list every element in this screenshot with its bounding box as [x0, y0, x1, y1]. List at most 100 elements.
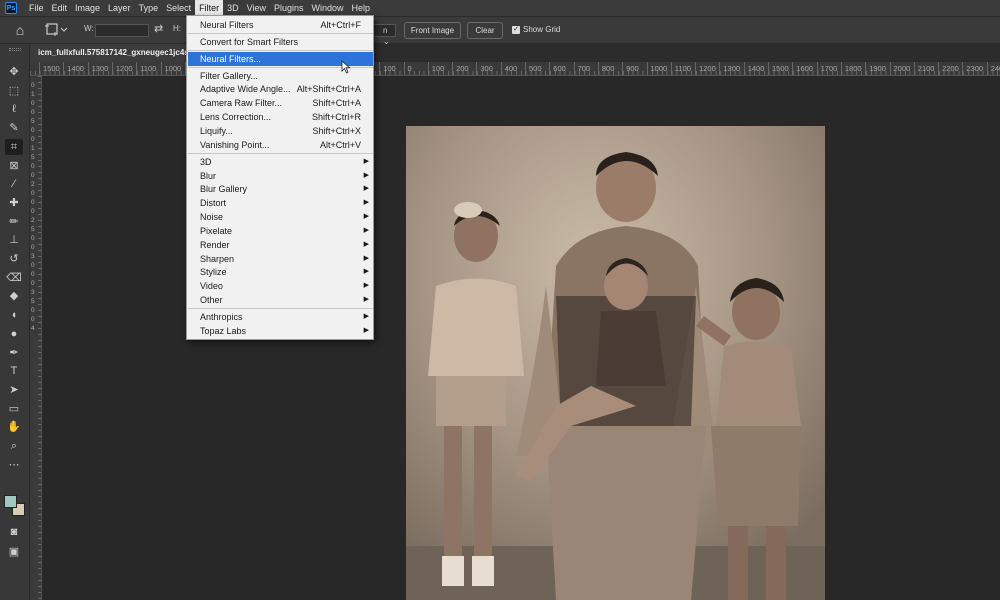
menu-item-shortcut: Shift+Ctrl+X [312, 125, 361, 136]
blur-icon[interactable]: ◖ [5, 307, 23, 323]
menu-layer[interactable]: Layer [104, 0, 135, 17]
zoom-icon[interactable]: ⌕ [5, 438, 23, 454]
filter-menu-item-liquify[interactable]: Liquify... Shift+Ctrl+X [188, 124, 373, 138]
resolution-dropdown-value: n [383, 26, 388, 35]
ruler-tick-label: 1700 [816, 62, 837, 75]
filter-menu-item-pixelate[interactable]: Pixelate ▶ [188, 224, 373, 238]
pen-icon[interactable]: ✒ [5, 345, 23, 361]
ruler-tick-label: 1600 [792, 62, 813, 75]
show-grid-checkbox[interactable]: ✓ [512, 26, 520, 34]
dodge-icon[interactable]: ● [5, 326, 23, 342]
move-icon[interactable]: ✥ [5, 64, 23, 80]
menu-item-shortcut: Alt+Ctrl+V [319, 139, 361, 150]
lasso-icon[interactable]: ℓ [5, 101, 23, 117]
ruler-tick-label: 1300 [719, 62, 740, 75]
menu-file[interactable]: File [25, 0, 48, 17]
height-label: H: [173, 24, 181, 33]
rectangle-icon[interactable]: ▭ [5, 401, 23, 417]
filter-menu-item-other[interactable]: Other ▶ [188, 293, 373, 307]
ruler-tick-label: 1400 [743, 62, 764, 75]
frame-icon[interactable]: ⊠ [5, 158, 23, 174]
eyedropper-icon[interactable]: ⁄ [5, 176, 23, 192]
ruler-tick-label: 300 [476, 62, 493, 75]
filter-menu-item-noise[interactable]: Noise ▶ [188, 210, 373, 224]
menu-item-label: Filter Gallery... [200, 70, 258, 81]
width-input[interactable] [95, 24, 149, 37]
quick-mask-icon[interactable]: ◙ [5, 524, 23, 540]
filter-menu-item-anthropics[interactable]: Anthropics ▶ [188, 310, 373, 324]
paint-bucket-icon[interactable]: ◆ [5, 288, 23, 304]
menu-separator [188, 152, 373, 154]
front-image-button[interactable]: Front Image [404, 22, 461, 39]
ruler-tick-label: 200 [452, 62, 469, 75]
quick-select-icon[interactable]: ✎ [5, 120, 23, 136]
menu-edit[interactable]: Edit [48, 0, 72, 17]
home-icon[interactable]: ⌂ [11, 21, 29, 39]
filter-menu-item-camera-raw-filter[interactable]: Camera Raw Filter... Shift+Ctrl+A [188, 96, 373, 110]
filter-menu-item-video[interactable]: Video ▶ [188, 279, 373, 293]
ruler-tick-label: 2 [31, 217, 35, 224]
ruler-tick-label: 1 [31, 91, 35, 98]
hand-icon[interactable]: ✋ [5, 419, 23, 435]
type-icon[interactable]: T [5, 363, 23, 379]
healing-icon[interactable]: ✚ [5, 195, 23, 211]
ruler-tick-label: 2200 [938, 62, 959, 75]
filter-menu-item-convert-for-smart-filters[interactable]: Convert for Smart Filters [188, 35, 373, 49]
menu-item-label: Sharpen [200, 253, 235, 264]
menu-item-label: Vanishing Point... [200, 139, 270, 150]
filter-menu-item-sharpen[interactable]: Sharpen ▶ [188, 252, 373, 266]
document-tab[interactable]: icm_fullxfull.575817142_gxneugec1jc4s [30, 44, 190, 62]
ruler-tick-label: 1500 [768, 62, 789, 75]
ruler-tick-label: 4 [31, 325, 35, 332]
family-photo-image[interactable] [406, 126, 825, 600]
crop-icon[interactable]: ⌗ [5, 138, 23, 155]
swap-dimensions-icon[interactable]: ⇄ [154, 22, 163, 37]
brush-icon[interactable]: ✏ [5, 214, 23, 230]
menu-item-label: Blur [200, 170, 217, 181]
ruler-tick-label: 600 [549, 62, 566, 75]
marquee-icon[interactable]: ⬚ [5, 83, 23, 99]
menu-item-label: Adaptive Wide Angle... [200, 84, 291, 95]
foreground-color-swatch[interactable] [4, 495, 17, 508]
filter-menu-item-blur-gallery[interactable]: Blur Gallery ▶ [188, 182, 373, 196]
stamp-icon[interactable]: ⊥ [5, 232, 23, 248]
filter-menu-item-vanishing-point[interactable]: Vanishing Point... Alt+Ctrl+V [188, 138, 373, 152]
tool-preset-picker[interactable] [44, 22, 68, 38]
filter-menu-item-stylize[interactable]: Stylize ▶ [188, 265, 373, 279]
history-brush-icon[interactable]: ↺ [5, 251, 23, 267]
menu-item-label: Anthropics [200, 312, 243, 322]
ruler-tick-label: 0 [31, 244, 35, 251]
submenu-arrow-icon: ▶ [363, 296, 369, 304]
ruler-tick-label: 0 [31, 82, 35, 89]
path-select-icon[interactable]: ➤ [5, 382, 23, 398]
filter-menu-item-neural-filters[interactable]: Neural Filters Alt+Ctrl+F [188, 18, 373, 32]
menu-item-label: Camera Raw Filter... [200, 98, 283, 109]
filter-menu-item-adaptive-wide-angle[interactable]: Adaptive Wide Angle... Alt+Shift+Ctrl+A [188, 82, 373, 96]
toolbar-grip[interactable] [9, 48, 21, 51]
filter-menu-item-distort[interactable]: Distort ▶ [188, 196, 373, 210]
menu-image[interactable]: Image [71, 0, 104, 17]
filter-menu-item-blur[interactable]: Blur ▶ [188, 169, 373, 183]
filter-menu-item-topaz-labs[interactable]: Topaz Labs ▶ [188, 324, 373, 338]
more-tools-icon[interactable]: ⋯ [5, 457, 23, 473]
color-swatches[interactable] [3, 494, 27, 518]
ruler-tick-label: 1100 [670, 62, 691, 75]
filter-menu-item-render[interactable]: Render ▶ [188, 238, 373, 252]
submenu-arrow-icon: ▶ [363, 268, 369, 276]
menu-type[interactable]: Type [135, 0, 163, 17]
width-label: W: [84, 24, 94, 33]
submenu-arrow-icon: ▶ [363, 313, 369, 320]
ruler-tick-label: 0 [31, 172, 35, 179]
menu-item-label: Blur Gallery [200, 184, 248, 195]
submenu-arrow-icon: ▶ [363, 240, 369, 248]
ruler-tick-label: 5 [31, 118, 35, 125]
menu-item-label: Neural Filters... [200, 53, 262, 64]
filter-menu-item-3d[interactable]: 3D ▶ [188, 155, 373, 169]
filter-menu-item-lens-correction[interactable]: Lens Correction... Shift+Ctrl+R [188, 110, 373, 124]
screen-mode-icon[interactable]: ▣ [5, 544, 23, 560]
submenu-arrow-icon: ▶ [363, 213, 369, 221]
ruler-tick-label: 0 [403, 62, 412, 75]
mouse-cursor-icon [341, 60, 351, 74]
eraser-icon[interactable]: ⌫ [5, 270, 23, 286]
clear-button[interactable]: Clear [467, 22, 503, 39]
